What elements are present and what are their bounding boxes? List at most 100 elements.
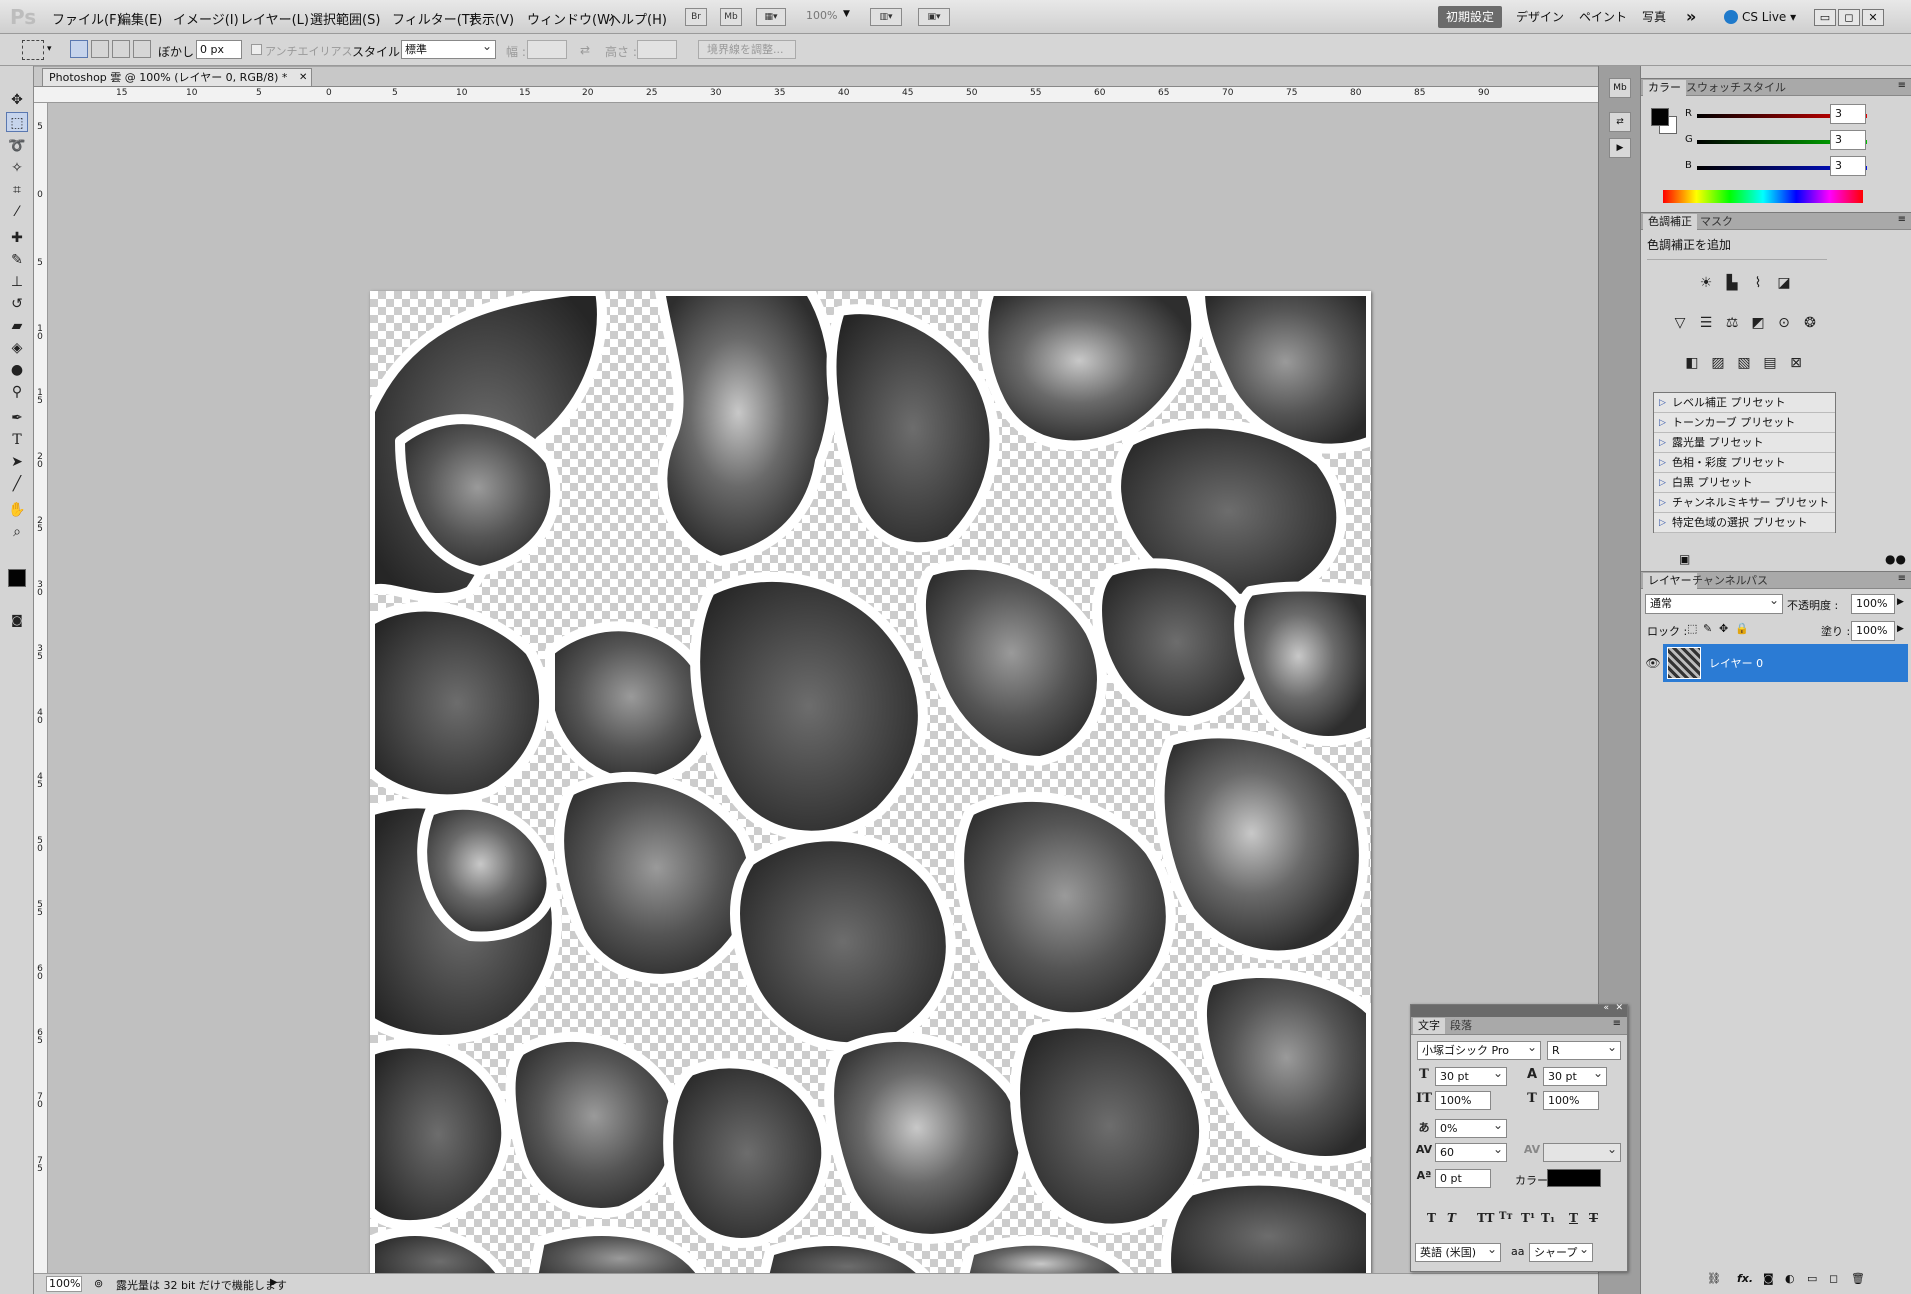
zoom-dropdown-icon[interactable]: ▼: [843, 9, 850, 19]
photo-filter-icon[interactable]: ⊙: [1773, 312, 1795, 334]
preset-dropdown-icon[interactable]: ▾: [47, 44, 52, 54]
rectangular-marquee-tool-icon[interactable]: ⬚: [6, 112, 28, 132]
close-document-icon[interactable]: ✕: [299, 69, 307, 86]
tab-color[interactable]: カラー: [1643, 80, 1686, 96]
text-color-swatch[interactable]: [1547, 1169, 1601, 1187]
all-caps-icon[interactable]: TT: [1477, 1211, 1494, 1225]
crop-tool-icon[interactable]: ⌗: [6, 180, 28, 200]
workspace-essentials[interactable]: 初期設定: [1438, 6, 1503, 28]
add-selection-icon[interactable]: [91, 40, 109, 58]
panel-menu-icon[interactable]: ≡: [1613, 1018, 1621, 1029]
view-extras-button[interactable]: ▦▾: [756, 8, 786, 26]
curves-icon[interactable]: ⌇: [1747, 272, 1769, 294]
path-selection-tool-icon[interactable]: ➤: [6, 452, 28, 472]
healing-brush-tool-icon[interactable]: ✚: [6, 228, 28, 248]
r-input[interactable]: 3: [1830, 104, 1866, 124]
list-item[interactable]: ▷ レベル補正 プリセット: [1654, 393, 1835, 413]
clone-stamp-tool-icon[interactable]: ⊥: [6, 272, 28, 292]
document-canvas[interactable]: [370, 291, 1371, 1292]
panel-header[interactable]: « ✕: [1411, 1003, 1627, 1017]
color-foreground-swatch[interactable]: [1651, 108, 1669, 126]
line-tool-icon[interactable]: ╱: [6, 474, 28, 494]
panel-menu-icon[interactable]: ≡: [1898, 573, 1906, 584]
view-previous-state-icon[interactable]: ●●: [1885, 552, 1906, 566]
invert-icon[interactable]: ◧: [1681, 352, 1703, 374]
foreground-color-swatch[interactable]: [8, 569, 26, 587]
exposure-icon[interactable]: ◪: [1773, 272, 1795, 294]
menu-view[interactable]: 表示(V): [469, 9, 514, 28]
adjustment-layer-icon[interactable]: ◐: [1785, 1272, 1795, 1285]
tab-paths[interactable]: パス: [1741, 573, 1773, 589]
lock-transparent-icon[interactable]: ⬚: [1687, 622, 1697, 635]
tab-styles[interactable]: スタイル: [1737, 80, 1791, 96]
tab-character[interactable]: 文字: [1413, 1018, 1445, 1034]
dodge-tool-icon[interactable]: ⚲: [6, 382, 28, 402]
close-panel-icon[interactable]: ✕: [1615, 1003, 1623, 1013]
height-input[interactable]: [637, 40, 677, 59]
faux-italic-icon[interactable]: T: [1447, 1211, 1456, 1225]
workspace-photography[interactable]: 写真: [1634, 6, 1674, 28]
panel-menu-icon[interactable]: ≡: [1898, 80, 1906, 91]
color-spectrum-bar[interactable]: [1663, 190, 1863, 203]
baseline-shift-input[interactable]: 0 pt: [1435, 1169, 1491, 1188]
type-tool-icon[interactable]: T: [6, 430, 28, 450]
lasso-tool-icon[interactable]: ➰: [6, 136, 28, 156]
menu-edit[interactable]: 編集(E): [118, 9, 162, 28]
subtract-selection-icon[interactable]: [112, 40, 130, 58]
status-arrow-icon[interactable]: ▶: [270, 1277, 278, 1288]
menu-window[interactable]: ウィンドウ(W): [527, 9, 615, 28]
font-family-select[interactable]: 小塚ゴシック Pro: [1417, 1041, 1541, 1060]
menu-layer[interactable]: レイヤー(L): [240, 9, 309, 28]
status-info-icon[interactable]: ⊚: [94, 1277, 103, 1290]
arrange-documents-button[interactable]: ▥▾: [870, 8, 902, 26]
eraser-tool-icon[interactable]: ▰: [6, 316, 28, 336]
blur-tool-icon[interactable]: ●: [6, 360, 28, 380]
cs-live-button[interactable]: CS Live ▾: [1720, 6, 1804, 28]
workspace-painting[interactable]: ペイント: [1571, 6, 1635, 28]
new-group-icon[interactable]: ▭: [1807, 1272, 1817, 1285]
history-panel-icon[interactable]: ⇄: [1609, 112, 1631, 132]
quick-mask-icon[interactable]: ◙: [6, 610, 28, 630]
panel-menu-icon[interactable]: ≡: [1898, 214, 1906, 225]
vibrance-icon[interactable]: ▽: [1669, 312, 1691, 334]
threshold-icon[interactable]: ▧: [1733, 352, 1755, 374]
width-input[interactable]: [527, 40, 567, 59]
list-item[interactable]: ▷ 特定色域の選択 プリセット: [1654, 513, 1835, 533]
add-mask-icon[interactable]: ◙: [1763, 1272, 1774, 1285]
list-item[interactable]: ▷ 白黒 プリセット: [1654, 473, 1835, 493]
opacity-slider-arrow-icon[interactable]: ▶: [1897, 597, 1904, 607]
tab-adjustments[interactable]: 色調補正: [1643, 214, 1697, 230]
kerning-select[interactable]: [1543, 1143, 1621, 1162]
tsume-input[interactable]: 0%: [1435, 1119, 1507, 1138]
lock-all-icon[interactable]: 🔒: [1735, 622, 1749, 635]
maximize-button[interactable]: ◻: [1838, 9, 1860, 26]
language-select[interactable]: 英語 (米国): [1415, 1243, 1501, 1262]
antialias-checkbox[interactable]: [251, 44, 262, 55]
list-item[interactable]: ▷ トーンカーブ プリセット: [1654, 413, 1835, 433]
channel-mixer-icon[interactable]: ❂: [1799, 312, 1821, 334]
menu-file[interactable]: ファイル(F): [52, 9, 122, 28]
workspace-design[interactable]: デザイン: [1508, 6, 1572, 28]
feather-input[interactable]: 0 px: [196, 40, 242, 59]
marquee-preset-icon[interactable]: [22, 40, 44, 60]
link-layers-icon[interactable]: ⛓: [1707, 1272, 1721, 1285]
delete-layer-icon[interactable]: 🗑: [1851, 1272, 1865, 1285]
font-size-input[interactable]: 30 pt: [1435, 1067, 1507, 1086]
posterize-icon[interactable]: ▨: [1707, 352, 1729, 374]
clip-to-layer-icon[interactable]: ▣: [1679, 552, 1690, 566]
antialias-select[interactable]: シャープ: [1529, 1243, 1593, 1262]
history-brush-tool-icon[interactable]: ↺: [6, 294, 28, 314]
menu-help[interactable]: ヘルプ(H): [608, 9, 667, 28]
brush-tool-icon[interactable]: ✎: [6, 250, 28, 270]
fill-slider-arrow-icon[interactable]: ▶: [1897, 624, 1904, 634]
selective-color-icon[interactable]: ⊠: [1785, 352, 1807, 374]
levels-icon[interactable]: ▙: [1721, 272, 1743, 294]
opacity-input[interactable]: 100%: [1851, 594, 1895, 614]
new-selection-icon[interactable]: [70, 40, 88, 58]
superscript-icon[interactable]: T¹: [1521, 1211, 1535, 1225]
mini-bridge-panel-icon[interactable]: Mb: [1609, 78, 1631, 98]
tracking-input[interactable]: 60: [1435, 1143, 1507, 1162]
faux-bold-icon[interactable]: T: [1427, 1211, 1436, 1225]
fill-input[interactable]: 100%: [1851, 621, 1895, 641]
move-tool-icon[interactable]: ✥: [6, 90, 28, 110]
